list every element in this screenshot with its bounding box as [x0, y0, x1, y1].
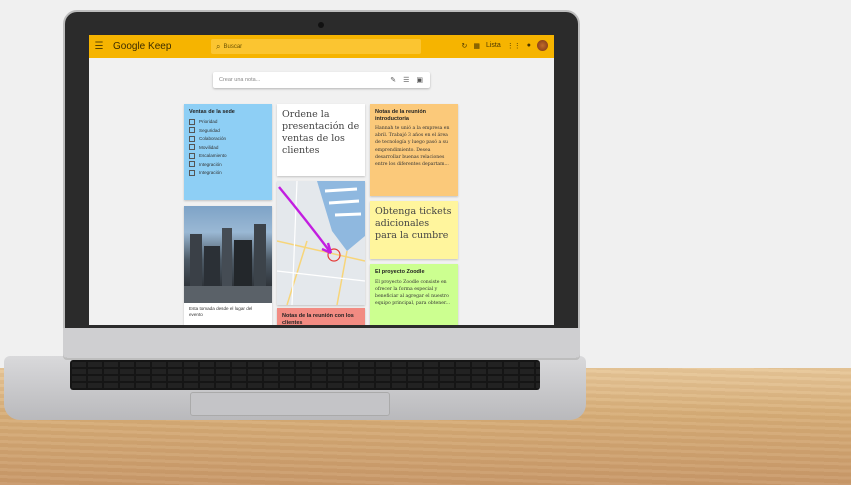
checklist-item[interactable]: Movilidad — [189, 144, 267, 151]
note-tickets[interactable]: Obtenga tickets adicionales para la cumb… — [370, 201, 458, 259]
menu-icon[interactable]: ☰ — [89, 41, 109, 52]
notifications-icon[interactable]: ● — [527, 42, 531, 49]
checklist-item[interactable]: Integración — [189, 161, 267, 168]
apps-icon[interactable]: ⋮⋮ — [507, 42, 521, 50]
search-placeholder: Buscar — [223, 43, 243, 50]
search-bar[interactable]: ⌕ Buscar — [211, 39, 421, 54]
note-project[interactable]: El proyecto Zoodle El proyecto Zoodle co… — [370, 264, 458, 325]
grid-icon[interactable]: ▦ — [473, 42, 480, 50]
view-label[interactable]: Lista — [486, 42, 501, 49]
toolbar-icons: ↻ ▦ Lista ⋮⋮ ● — [461, 40, 548, 51]
take-note-placeholder: Crear una nota... — [219, 77, 261, 83]
city-photo-image — [184, 224, 272, 303]
note-sales-week[interactable]: Ventas de la sede Prioridad Seguridad Co… — [184, 104, 272, 200]
note-meeting-clients[interactable]: Notas de la reunión con los clientes — [277, 308, 365, 325]
checklist-item[interactable]: Escalamiento — [189, 152, 267, 159]
note-body: Hannah te unió a la empresa en abril. Tr… — [375, 126, 450, 167]
take-note-input[interactable]: Crear una nota... ✎ ☰ ▣ — [213, 72, 430, 88]
map-image — [277, 181, 365, 305]
laptop-screen: ☰ Google Keep ⌕ Buscar ↻ ▦ Lista ⋮⋮ ● Cr… — [89, 35, 554, 325]
laptop-trackpad — [190, 392, 390, 416]
photo-caption-area: Esta tomada desde el lugar del evento — [184, 303, 272, 325]
webcam — [318, 22, 324, 28]
search-icon: ⌕ — [216, 41, 221, 51]
note-title: El proyecto Zoodle — [375, 269, 425, 275]
note-meeting-intro[interactable]: Notas de la reunión introductoria Hannah… — [370, 104, 458, 196]
laptop-keyboard — [70, 360, 540, 390]
checklist-item[interactable]: Prioridad — [189, 118, 267, 125]
avatar[interactable] — [537, 40, 548, 51]
note-order-presentation[interactable]: Ordene la presentación de ventas de los … — [277, 104, 365, 176]
list-icon[interactable]: ☰ — [403, 76, 409, 84]
photo-caption: Esta tomada desde el lugar del evento — [189, 306, 253, 318]
app-brand: Google Keep — [113, 41, 172, 52]
image-icon[interactable]: ▣ — [416, 76, 423, 84]
checklist-item[interactable]: Seguridad — [189, 127, 267, 134]
note-text: Obtenga tickets adicionales para la cumb… — [375, 206, 452, 241]
checklist-item[interactable]: Integración — [189, 169, 267, 176]
pen-icon[interactable]: ✎ — [390, 76, 396, 84]
note-map[interactable] — [277, 181, 365, 305]
note-body: El proyecto Zoodle consiste en ofrecer l… — [375, 279, 451, 306]
note-title: Ventas de la sede — [189, 109, 235, 115]
refresh-icon[interactable]: ↻ — [461, 42, 467, 50]
note-title: Notas de la reunión con los clientes — [282, 313, 354, 325]
note-text: Ordene la presentación de ventas de los … — [282, 109, 360, 156]
laptop-bezel-bottom — [63, 328, 580, 358]
checklist-item[interactable]: Colaboración — [189, 135, 267, 142]
keep-top-bar: ☰ Google Keep ⌕ Buscar ↻ ▦ Lista ⋮⋮ ● — [89, 35, 554, 58]
note-city-photo[interactable]: Esta tomada desde el lugar del evento — [184, 206, 272, 325]
note-title: Notas de la reunión introductoria — [375, 109, 427, 122]
